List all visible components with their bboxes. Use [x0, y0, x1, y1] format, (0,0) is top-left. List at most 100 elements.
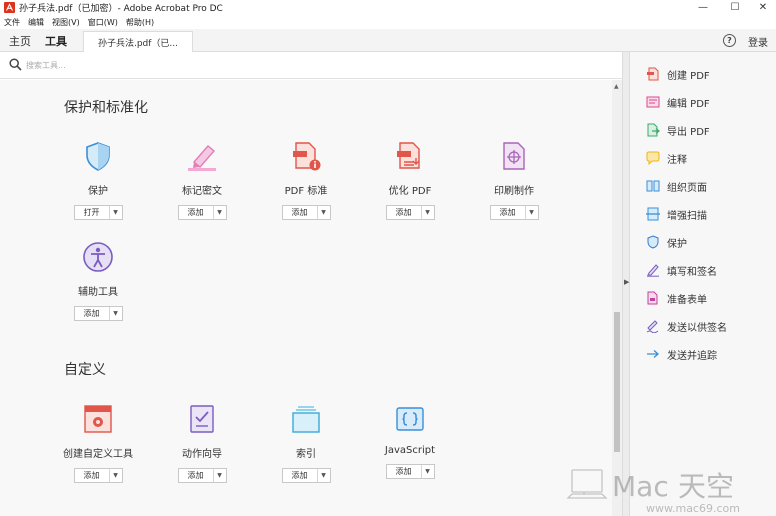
chevron-down-icon[interactable]: ▼	[110, 472, 122, 479]
sidebar-item-create-pdf[interactable]: 创建 PDF	[646, 66, 710, 82]
pdf-standards-icon	[293, 142, 321, 171]
javascript-icon	[396, 407, 424, 431]
optimize-pdf-icon	[397, 142, 420, 169]
custom-tool-icon	[84, 405, 112, 433]
sidebar-item-send-track[interactable]: 发送并追踪	[646, 346, 717, 362]
tool-optimize-pdf[interactable]: 优化 PDF 添加 ▼	[362, 140, 458, 220]
tool-accessibility[interactable]: 辅助工具 添加 ▼	[50, 241, 146, 321]
tool-label: PDF 标准	[284, 186, 328, 197]
tool-add-button[interactable]: 添加 ▼	[177, 205, 227, 220]
print-production-icon	[503, 142, 525, 170]
enhance-scan-icon	[646, 207, 660, 221]
tool-label: 辅助工具	[78, 287, 118, 298]
tool-add-button[interactable]: 添加 ▼	[73, 468, 123, 483]
tool-add-button[interactable]: 添加 ▼	[489, 205, 539, 220]
edit-pdf-icon	[646, 96, 660, 108]
accessibility-icon	[83, 242, 113, 272]
chevron-down-icon[interactable]: ▼	[214, 209, 226, 216]
sidebar-item-protect[interactable]: 保护	[646, 234, 687, 250]
chevron-down-icon[interactable]: ▼	[318, 209, 330, 216]
tool-add-button[interactable]: 添加 ▼	[73, 306, 123, 321]
tool-add-button[interactable]: 添加 ▼	[385, 464, 435, 479]
chevron-down-icon[interactable]: ▼	[214, 472, 226, 479]
send-track-icon	[647, 350, 659, 358]
index-icon	[292, 406, 320, 433]
collapse-panel-icon[interactable]: ▶	[624, 278, 629, 286]
login-button[interactable]: 登录	[748, 34, 768, 49]
tool-label: 标记密文	[182, 186, 222, 197]
sidebar-item-send-for-signature[interactable]: 发送以供签名	[646, 318, 727, 334]
acrobat-logo-icon	[4, 2, 15, 13]
tool-redact[interactable]: 标记密文 添加 ▼	[154, 140, 250, 220]
close-button[interactable]: ✕	[748, 0, 776, 15]
scrollbar-thumb[interactable]	[614, 312, 620, 452]
sidebar-item-edit-pdf[interactable]: 编辑 PDF	[646, 94, 710, 110]
sidebar-item-comment[interactable]: 注释	[646, 150, 687, 166]
chevron-down-icon[interactable]: ▼	[422, 209, 434, 216]
shield-icon	[86, 142, 110, 171]
menu-window[interactable]: 窗口(W)	[88, 17, 118, 28]
help-icon[interactable]: ?	[723, 34, 736, 47]
search-icon	[9, 58, 22, 71]
chevron-down-icon[interactable]: ▼	[110, 209, 122, 216]
tool-label: 索引	[296, 449, 316, 460]
chevron-down-icon[interactable]: ▼	[318, 472, 330, 479]
sidebar-item-prepare-form[interactable]: 准备表单	[646, 290, 707, 306]
title-bar: 孙子兵法.pdf（已加密）- Adobe Acrobat Pro DC	[0, 0, 776, 15]
sidebar-item-organize-pages[interactable]: 组织页面	[646, 178, 707, 194]
tab-document[interactable]: 孙子兵法.pdf（已...	[83, 31, 193, 52]
send-for-signature-icon	[646, 320, 659, 333]
comment-icon	[646, 151, 660, 165]
tool-label: JavaScript	[384, 445, 436, 456]
tool-javascript[interactable]: JavaScript 添加 ▼	[362, 403, 458, 479]
tool-print-production[interactable]: 印刷制作 添加 ▼	[466, 140, 562, 220]
fill-sign-icon	[647, 264, 659, 277]
tool-label: 优化 PDF	[388, 186, 432, 197]
maximize-button[interactable]: ☐	[720, 0, 750, 15]
chevron-down-icon[interactable]: ▼	[526, 209, 538, 216]
tool-open-button[interactable]: 打开 ▼	[73, 205, 123, 220]
tab-bar: 主页 工具 孙子兵法.pdf（已... ? 登录	[0, 29, 776, 54]
tool-search-bar	[0, 52, 622, 79]
export-pdf-icon	[647, 123, 660, 137]
prepare-form-icon	[647, 291, 658, 305]
tool-pdf-standards[interactable]: PDF 标准 添加 ▼	[258, 140, 354, 220]
minimize-button[interactable]: —	[688, 0, 718, 15]
tool-action-wizard[interactable]: 动作向导 添加 ▼	[154, 403, 250, 483]
scroll-up-icon[interactable]: ▲	[614, 83, 619, 90]
search-input[interactable]	[26, 58, 326, 72]
section-title-protect: 保护和标准化	[64, 100, 148, 116]
panel-splitter[interactable]: ▶	[622, 52, 630, 516]
tool-add-button[interactable]: 添加 ▼	[385, 205, 435, 220]
tool-label: 动作向导	[182, 449, 222, 460]
tab-home[interactable]: 主页	[9, 33, 31, 49]
tool-protect[interactable]: 保护 打开 ▼	[50, 140, 146, 220]
tool-label: 保护	[88, 186, 108, 197]
menu-help[interactable]: 帮助(H)	[126, 17, 154, 28]
chevron-down-icon[interactable]: ▼	[110, 310, 122, 317]
chevron-down-icon[interactable]: ▼	[422, 468, 434, 475]
tool-label: 创建自定义工具	[63, 449, 133, 460]
sidebar-item-export-pdf[interactable]: 导出 PDF	[646, 122, 710, 138]
protect-icon	[647, 235, 659, 249]
create-pdf-icon	[647, 67, 659, 81]
redact-marker-icon	[188, 145, 216, 171]
right-tools-panel: 创建 PDF 编辑 PDF 导出 PDF 注释 组织页面 增强扫描 保护 填写和…	[630, 52, 776, 516]
tool-label: 印刷制作	[494, 186, 534, 197]
menu-edit[interactable]: 编辑	[28, 17, 44, 28]
sidebar-item-fill-sign[interactable]: 填写和签名	[646, 262, 717, 278]
tool-create-custom[interactable]: 创建自定义工具 添加 ▼	[50, 403, 146, 483]
section-title-customize: 自定义	[64, 362, 106, 378]
menu-file[interactable]: 文件	[4, 17, 20, 28]
menu-view[interactable]: 视图(V)	[52, 17, 80, 28]
tool-add-button[interactable]: 添加 ▼	[281, 468, 331, 483]
tab-tools[interactable]: 工具	[45, 33, 67, 54]
tools-main-area: 保护和标准化 保护 打开 ▼ 标记密文 添加 ▼ PDF 标准 添加 ▼ 优化 …	[0, 80, 612, 516]
tool-index[interactable]: 索引 添加 ▼	[258, 403, 354, 483]
tool-add-button[interactable]: 添加 ▼	[177, 468, 227, 483]
main-scrollbar[interactable]: ▲	[612, 80, 622, 516]
tool-add-button[interactable]: 添加 ▼	[281, 205, 331, 220]
sidebar-item-enhance-scan[interactable]: 增强扫描	[646, 206, 707, 222]
menu-bar: 文件 编辑 视图(V) 窗口(W) 帮助(H)	[0, 15, 776, 29]
organize-pages-icon	[646, 180, 660, 192]
